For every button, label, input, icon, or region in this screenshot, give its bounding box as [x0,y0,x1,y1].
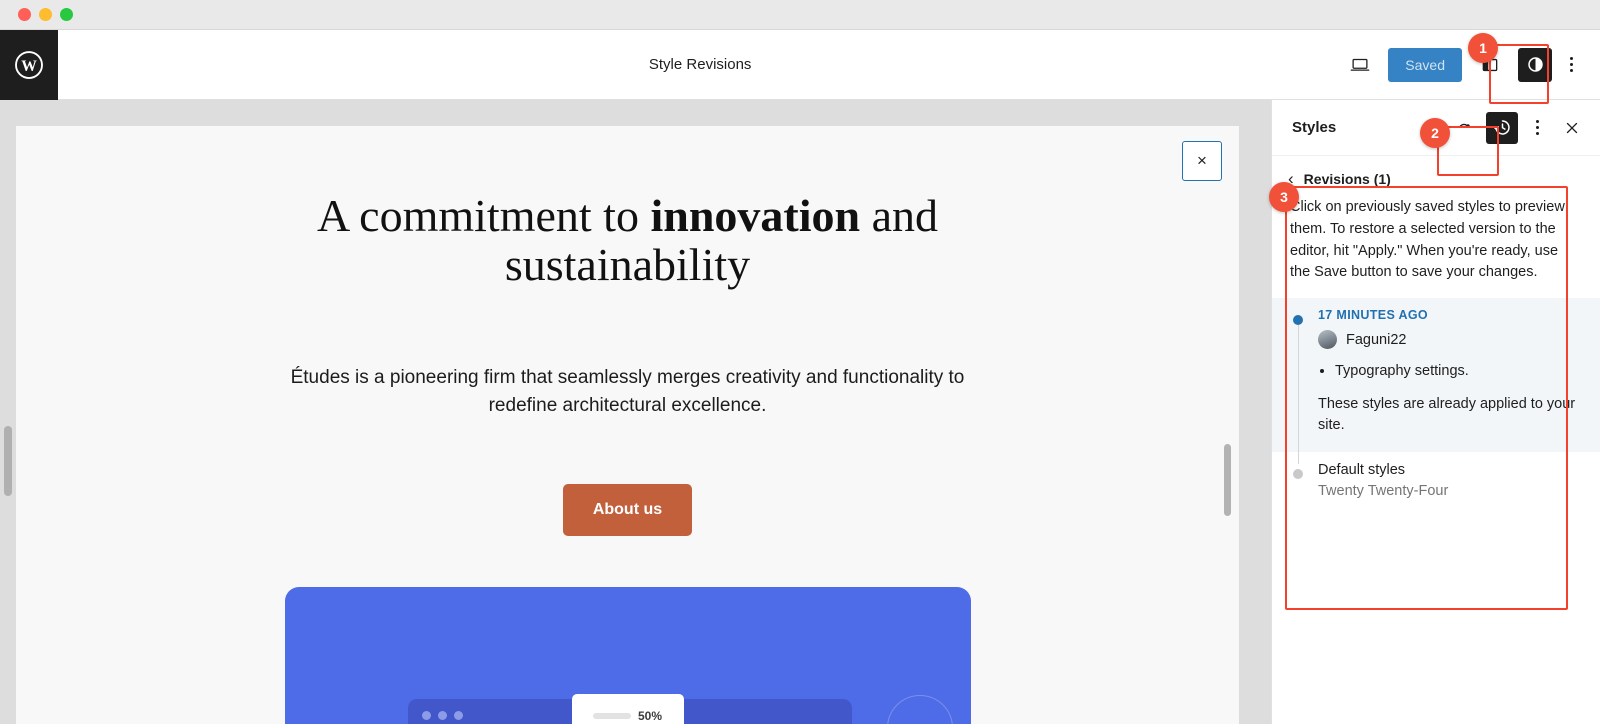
about-us-button[interactable]: About us [562,484,693,537]
device-preview-button[interactable] [1342,47,1378,83]
clock-history-icon [1492,120,1510,135]
progress-percent: 50% [637,708,663,723]
annotation-badge-2: 2 [1420,118,1450,148]
styles-more-menu-button[interactable] [1522,110,1552,146]
revision-applied-note: These styles are already applied to your… [1318,396,1576,434]
revision-history-button[interactable] [1486,111,1518,144]
revision-author-name: Faguni22 [1346,331,1407,348]
revision-timeline-dot [1293,315,1303,325]
revisions-title: Revisions (1) [1303,170,1391,187]
mockup-dot [437,711,447,721]
site-heading: A commitment to innovation and sustainab… [283,190,973,290]
mockup-dot [453,711,463,721]
revision-list-item[interactable]: Default styles Twenty Twenty-Four [1272,452,1600,515]
page-title: Style Revisions [648,56,752,73]
kebab-dot [1535,126,1539,129]
kebab-dot [1569,69,1573,72]
editor-topbar: W Style Revisions Saved [0,29,1600,100]
site-heading-bold: innovation [650,190,861,241]
svg-text:W: W [21,57,37,74]
revision-timeline-line [1297,325,1299,465]
close-window-button[interactable] [18,8,31,21]
revisions-description: Click on previously saved styles to prev… [1290,199,1565,281]
traffic-lights [18,8,73,21]
close-preview-button[interactable]: × [1182,141,1222,181]
welcome-guide-icon [1459,123,1470,128]
default-styles-theme: Twenty Twenty-Four [1318,483,1449,500]
save-button[interactable]: Saved [1388,47,1462,82]
kebab-dot [1569,63,1573,66]
media-image-block[interactable]: 50% [284,587,971,724]
close-styles-button[interactable] [1556,112,1588,144]
styles-toggle-button[interactable] [1518,47,1552,82]
kebab-dot [1569,57,1573,60]
progress-card: 50% [571,694,684,724]
revision-list-item[interactable]: 17 MINUTES AGO Faguni22 Typography setti… [1272,298,1600,465]
revision-author: Faguni22 [1318,330,1582,349]
default-styles-title: Default styles [1318,462,1406,479]
site-heading-before: A commitment to [316,190,651,241]
revision-timeline-dot [1293,469,1303,480]
site-paragraph: Études is a pioneering firm that seamles… [290,366,965,417]
zoom-window-button[interactable] [60,8,73,21]
laptop-icon [1350,58,1370,71]
kebab-dot [1535,120,1539,123]
revision-change-item: Typography settings. [1335,361,1582,382]
revision-changes-list: Typography settings. [1318,361,1582,382]
welcome-guide-button[interactable] [1450,112,1482,144]
wordpress-site-editor: W Style Revisions Saved × A commitment t… [0,29,1600,724]
wordpress-icon: W [15,50,43,79]
annotation-badge-3: 3 [1269,182,1299,212]
minimize-window-button[interactable] [39,8,52,21]
revisions-header: ‹ Revisions (1) [1272,156,1600,197]
revision-timestamp: 17 MINUTES AGO [1318,308,1429,322]
styles-sidebar: Styles ‹ Revisions (1) Click on previous… [1271,100,1600,724]
editor-more-menu-button[interactable] [1556,47,1586,83]
site-content: A commitment to innovation and sustainab… [16,126,1239,724]
globe-decoration-icon [886,695,953,724]
browser-mockup-dots [421,711,463,721]
revisions-panel: ‹ Revisions (1) Click on previously save… [1272,156,1600,515]
progress-bar-placeholder [592,712,631,719]
mockup-dot [421,711,431,721]
editor-canvas-area: × A commitment to innovation and sustain… [0,100,1271,724]
close-icon [1566,122,1578,133]
revisions-list: 17 MINUTES AGO Faguni22 Typography setti… [1272,298,1600,515]
window-titlebar [0,0,1600,30]
contrast-half-circle-icon [1527,57,1543,72]
canvas-left-resize-handle[interactable] [4,426,12,496]
kebab-dot [1535,132,1539,135]
site-preview-frame: × A commitment to innovation and sustain… [16,126,1239,724]
avatar [1318,330,1337,349]
annotation-badge-1: 1 [1468,33,1498,63]
wordpress-logo-button[interactable]: W [0,29,58,100]
canvas-scrollbar[interactable] [1224,444,1231,516]
